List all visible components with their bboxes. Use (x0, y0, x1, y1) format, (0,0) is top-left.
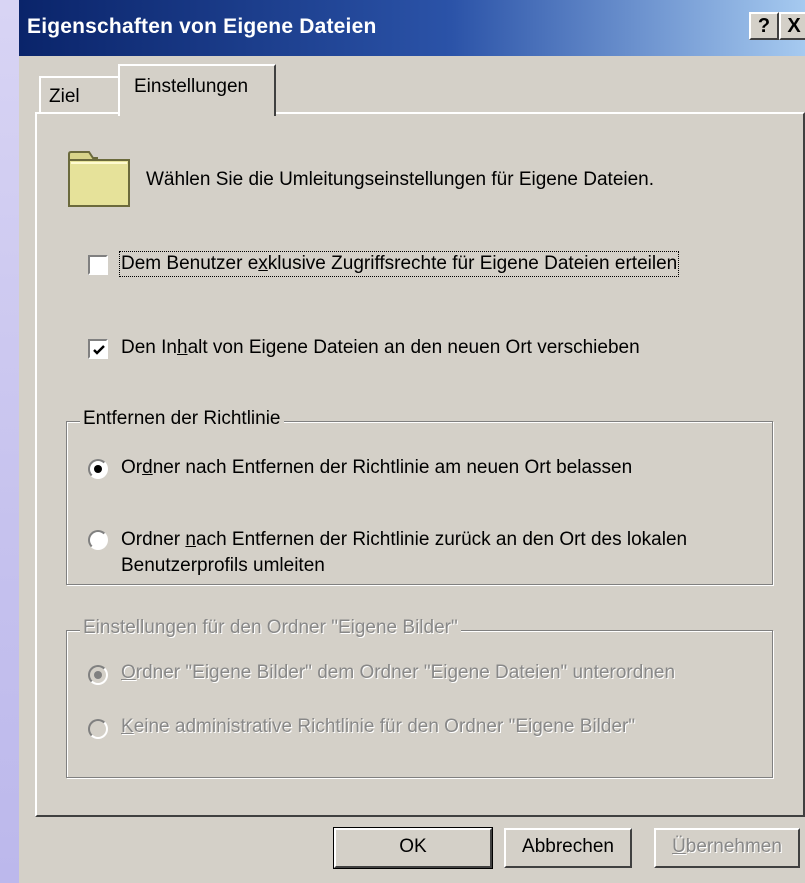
window-title: Eigenschaften von Eigene Dateien (27, 15, 377, 38)
pictures-folder-group (66, 630, 773, 778)
ok-button[interactable]: OK (333, 827, 493, 869)
checkmark-icon (93, 345, 105, 355)
help-icon[interactable]: ? (749, 12, 779, 40)
leave-folder-radio[interactable] (88, 459, 108, 479)
tab-label: Ziel (49, 86, 80, 107)
tab-einstellungen[interactable]: Einstellungen (118, 64, 276, 116)
close-icon[interactable]: X (779, 12, 805, 40)
title-bar[interactable]: Eigenschaften von Eigene Dateien ? X (19, 0, 805, 56)
move-contents-checkbox[interactable] (88, 339, 108, 359)
policy-removal-title: Entfernen der Richtlinie (80, 408, 284, 430)
leave-folder-label[interactable]: Ordner nach Entfernen der Richtlinie am … (121, 457, 632, 479)
subordinate-label[interactable]: Ordner "Eigene Bilder" dem Ordner "Eigen… (121, 662, 675, 684)
move-contents-label[interactable]: Den Inhalt von Eigene Dateien an den neu… (121, 337, 640, 359)
redirect-back-label-line2: Benutzerprofils umleiten (121, 555, 325, 576)
exclusive-rights-checkbox[interactable] (88, 255, 108, 275)
intro-text: Wählen Sie die Umleitungseinstellungen f… (146, 169, 655, 190)
cancel-button[interactable]: Abbrechen (504, 828, 632, 868)
tab-ziel[interactable]: Ziel (39, 76, 123, 114)
no-policy-radio[interactable] (88, 719, 108, 739)
no-policy-label[interactable]: Keine administrative Richtlinie für den … (121, 716, 635, 738)
apply-button[interactable]: Übernehmen (654, 828, 800, 868)
desktop-background (0, 0, 19, 883)
redirect-back-radio[interactable] (88, 530, 108, 550)
pictures-folder-title: Einstellungen für den Ordner "Eigene Bil… (80, 617, 461, 639)
redirect-back-label[interactable]: Ordner nach Entfernen der Richtlinie zur… (121, 529, 687, 551)
tab-label: Einstellungen (134, 76, 249, 97)
exclusive-rights-label[interactable]: Dem Benutzer exklusive Zugriffsrechte fü… (118, 251, 680, 277)
subordinate-radio[interactable] (88, 665, 108, 685)
